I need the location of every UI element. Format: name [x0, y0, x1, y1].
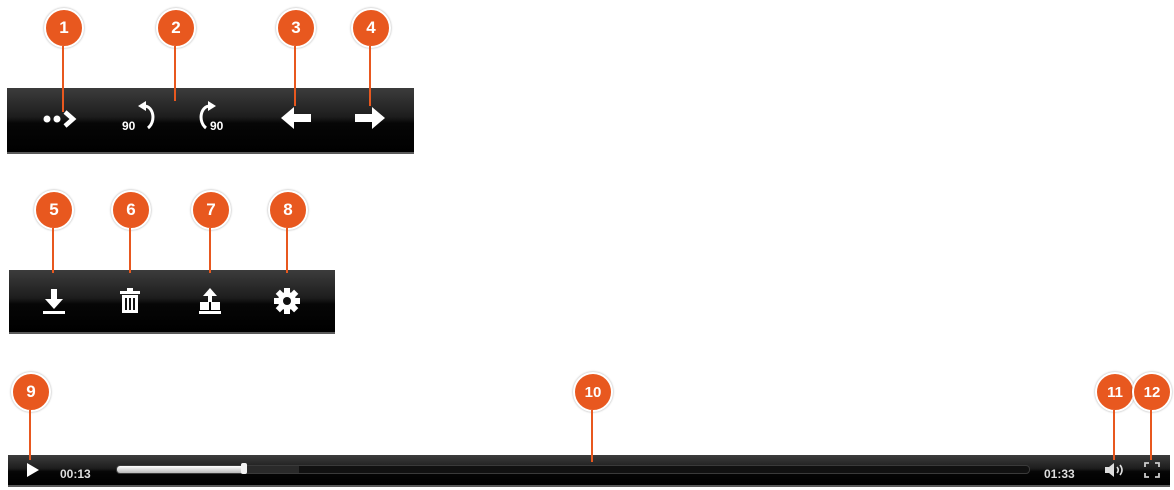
svg-text:90: 90 [210, 119, 224, 133]
callout-number: 7 [191, 190, 231, 230]
arrow-right-icon[interactable] [350, 102, 390, 134]
callout-number: 11 [1095, 372, 1135, 412]
callout-5: 5 [34, 190, 74, 273]
upload-icon[interactable] [192, 284, 228, 318]
download-icon[interactable] [36, 284, 72, 318]
callout-number: 9 [11, 372, 51, 412]
callout-12: 12 [1132, 372, 1172, 460]
arrow-left-icon[interactable] [276, 102, 316, 134]
seek-bar[interactable] [116, 465, 1030, 474]
callout-7: 7 [191, 190, 231, 273]
callout-number: 10 [573, 372, 613, 412]
total-time: 01:33 [1044, 467, 1075, 481]
callout-6: 6 [111, 190, 151, 273]
volume-icon[interactable] [1102, 459, 1128, 481]
svg-text:90: 90 [122, 119, 136, 133]
gear-icon[interactable] [269, 284, 305, 318]
callout-1: 1 [44, 8, 84, 112]
callout-number: 8 [268, 190, 308, 230]
play-icon[interactable] [22, 459, 44, 481]
callout-9: 9 [11, 372, 51, 460]
callout-3: 3 [276, 8, 316, 106]
callout-number: 6 [111, 190, 151, 230]
fullscreen-icon[interactable] [1141, 459, 1163, 481]
callout-number: 3 [276, 8, 316, 48]
callout-2: 2 [156, 8, 196, 101]
more-arrow-icon[interactable] [40, 104, 86, 134]
trash-icon[interactable] [112, 284, 148, 318]
rotate-right-90-icon[interactable]: 90 [196, 100, 242, 136]
callout-8: 8 [268, 190, 308, 273]
seek-handle[interactable] [240, 463, 247, 474]
callout-number: 4 [351, 8, 391, 48]
current-time: 00:13 [60, 467, 91, 481]
callout-number: 12 [1132, 372, 1172, 412]
seek-progress [117, 466, 245, 473]
callout-number: 5 [34, 190, 74, 230]
callout-10: 10 [573, 372, 613, 462]
callout-number: 2 [156, 8, 196, 48]
rotate-left-90-icon[interactable]: 90 [118, 100, 164, 136]
callout-4: 4 [351, 8, 391, 106]
callout-11: 11 [1095, 372, 1135, 460]
callout-number: 1 [44, 8, 84, 48]
